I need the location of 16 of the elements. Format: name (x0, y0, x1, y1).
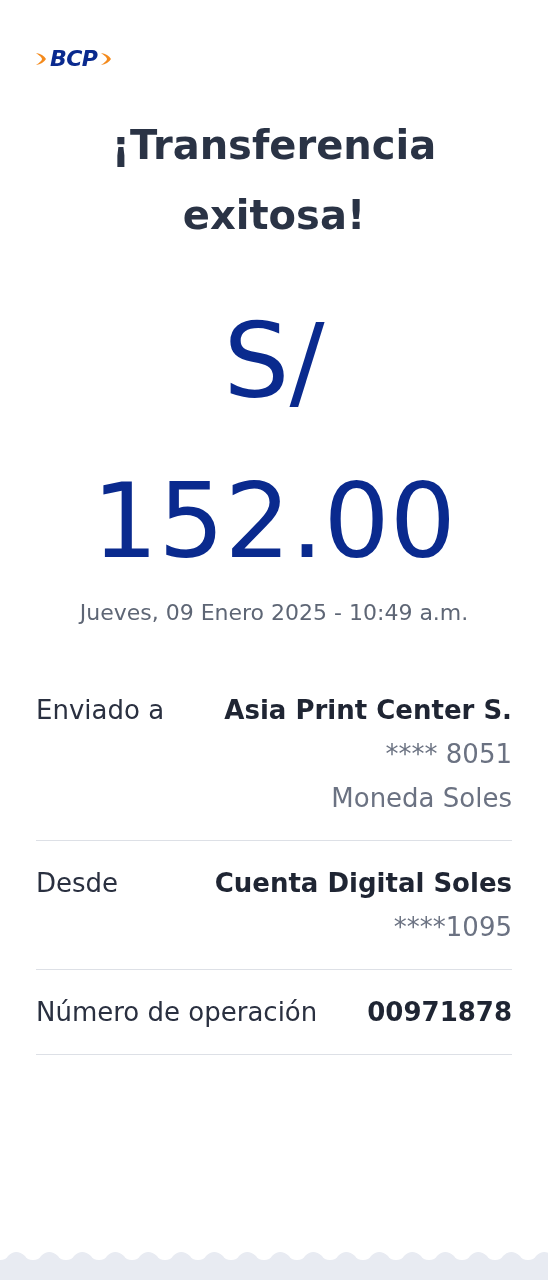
title: ¡Transferencia exitosa! (110, 121, 438, 240)
detail-value: Cuenta Digital Soles (214, 867, 512, 900)
detail-label: Desde (36, 867, 119, 900)
detail-subvalue: **** 8051 (385, 738, 512, 771)
currency-symbol: S/ (222, 299, 326, 424)
chevron-icon (34, 51, 48, 67)
amount: 152.00 (91, 459, 457, 584)
detail-value: 00971878 (367, 996, 512, 1029)
chevron-icon (99, 51, 114, 67)
detail-label: Número de operación (36, 996, 318, 1029)
detail-subvalue: Moneda Soles (331, 782, 512, 815)
logo-text: BCP (50, 48, 98, 70)
detail-label: Enviado a (36, 694, 165, 727)
detail-subvalue: ****1095 (393, 911, 512, 944)
detail-value: Asia Print Center S. (224, 694, 512, 727)
date-time: Jueves, 09 Enero 2025 - 10:49 a.m. (77, 599, 470, 627)
